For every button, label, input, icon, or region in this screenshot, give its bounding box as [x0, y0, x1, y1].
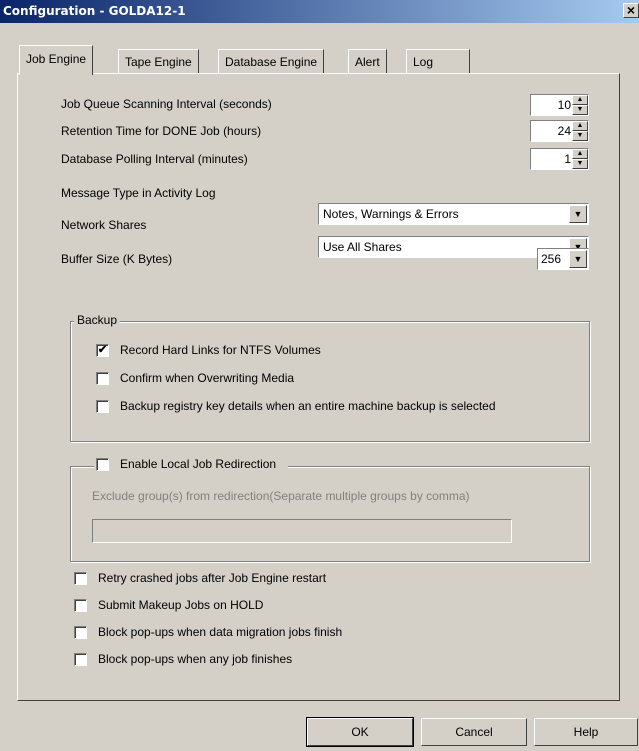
retention-spinner[interactable]: 24 ▲ ▼ — [530, 120, 589, 142]
cancel-button[interactable]: Cancel — [421, 718, 527, 746]
db-polling-spinner[interactable]: 1 ▲ ▼ — [530, 148, 589, 170]
submit-makeup-checkbox[interactable] — [74, 599, 87, 612]
submit-makeup-label: Submit Makeup Jobs on HOLD — [98, 598, 264, 612]
spin-up-icon[interactable]: ▲ — [572, 149, 588, 159]
dropdown-arrow-icon[interactable]: ▼ — [569, 205, 587, 223]
job-queue-value[interactable]: 10 — [558, 98, 571, 112]
ok-button[interactable]: OK — [306, 717, 414, 747]
job-queue-label: Job Queue Scanning Interval (seconds) — [61, 97, 272, 111]
window-title: Configuration - GOLDA12-1 — [3, 4, 186, 18]
enable-redirection-checkbox[interactable] — [96, 458, 109, 471]
close-button[interactable]: × — [623, 3, 639, 18]
confirm-overwrite-checkbox[interactable] — [96, 372, 109, 385]
job-queue-spinner[interactable]: 10 ▲ ▼ — [530, 94, 589, 116]
job-engine-panel: Job Queue Scanning Interval (seconds) 10… — [17, 73, 620, 701]
tab-alert[interactable]: Alert — [348, 49, 387, 73]
exclude-groups-input[interactable] — [92, 519, 512, 543]
backup-registry-checkbox[interactable] — [96, 400, 109, 413]
confirm-overwrite-label: Confirm when Overwriting Media — [120, 371, 295, 385]
spin-down-icon[interactable]: ▼ — [572, 159, 588, 169]
spin-down-icon[interactable]: ▼ — [572, 105, 588, 115]
block-popups-any-checkbox[interactable] — [74, 653, 87, 666]
retry-crashed-checkbox[interactable] — [74, 572, 87, 585]
exclude-groups-label: Exclude group(s) from redirection(Separa… — [92, 489, 470, 503]
buffer-size-label: Buffer Size (K Bytes) — [61, 252, 173, 266]
block-popups-migration-checkbox[interactable] — [74, 626, 87, 639]
block-popups-any-label: Block pop-ups when any job finishes — [98, 652, 293, 666]
retention-label: Retention Time for DONE Job (hours) — [61, 124, 262, 138]
network-shares-label: Network Shares — [61, 218, 147, 232]
network-shares-value[interactable]: Use All Shares — [323, 240, 402, 254]
tab-tape-engine[interactable]: Tape Engine — [118, 49, 199, 73]
block-popups-migration-label: Block pop-ups when data migration jobs f… — [98, 625, 343, 639]
db-polling-value[interactable]: 1 — [564, 152, 571, 166]
spin-up-icon[interactable]: ▲ — [572, 121, 588, 131]
retention-value[interactable]: 24 — [558, 124, 571, 138]
record-hard-links-checkbox[interactable]: ✔ — [96, 344, 109, 357]
spin-down-icon[interactable]: ▼ — [572, 131, 588, 141]
backup-group-title: Backup — [74, 313, 121, 327]
tab-job-engine[interactable]: Job Engine — [19, 45, 94, 75]
buffer-size-value[interactable]: 256 — [541, 252, 561, 266]
redirection-group — [70, 466, 590, 562]
tab-log[interactable]: Log — [406, 49, 470, 73]
message-type-value[interactable]: Notes, Warnings & Errors — [323, 207, 459, 221]
backup-registry-label: Backup registry key details when an enti… — [120, 399, 496, 413]
title-bar: Configuration - GOLDA12-1 × — [0, 0, 639, 23]
tab-database-engine[interactable]: Database Engine — [218, 49, 325, 73]
help-button[interactable]: Help — [534, 718, 638, 746]
record-hard-links-label: Record Hard Links for NTFS Volumes — [120, 343, 321, 357]
db-polling-label: Database Polling Interval (minutes) — [61, 152, 248, 166]
message-type-select[interactable]: Notes, Warnings & Errors ▼ — [318, 203, 589, 225]
buffer-size-select[interactable]: 256 ▼ — [537, 248, 589, 270]
spin-up-icon[interactable]: ▲ — [572, 95, 588, 105]
dropdown-arrow-icon[interactable]: ▼ — [569, 250, 587, 268]
message-type-label: Message Type in Activity Log — [61, 186, 216, 200]
enable-redirection-label: Enable Local Job Redirection — [120, 457, 277, 471]
retry-crashed-label: Retry crashed jobs after Job Engine rest… — [98, 571, 327, 585]
